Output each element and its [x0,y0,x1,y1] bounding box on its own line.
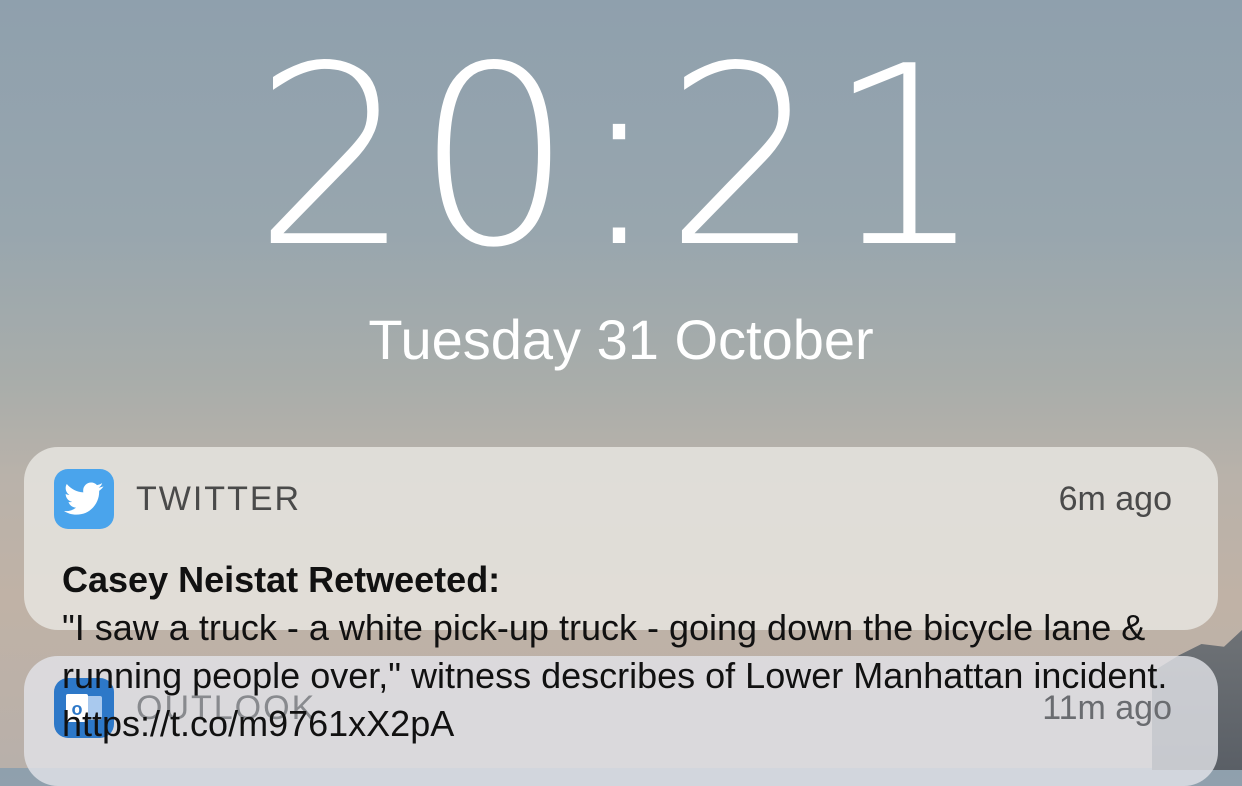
notification-message: Casey Neistat Retweeted: "I saw a truck … [62,556,1172,748]
lockscreen-date: Tuesday 31 October [368,308,874,371]
notification-time-ago: 6m ago [1058,480,1172,518]
notification-app-name: TWITTER [136,480,302,518]
lockscreen-time: 20:21 [253,14,989,302]
notification-body: "I saw a truck - a white pick-up truck -… [62,607,1168,744]
twitter-bird-icon [54,469,114,529]
notification-title: Casey Neistat Retweeted: [62,559,501,600]
